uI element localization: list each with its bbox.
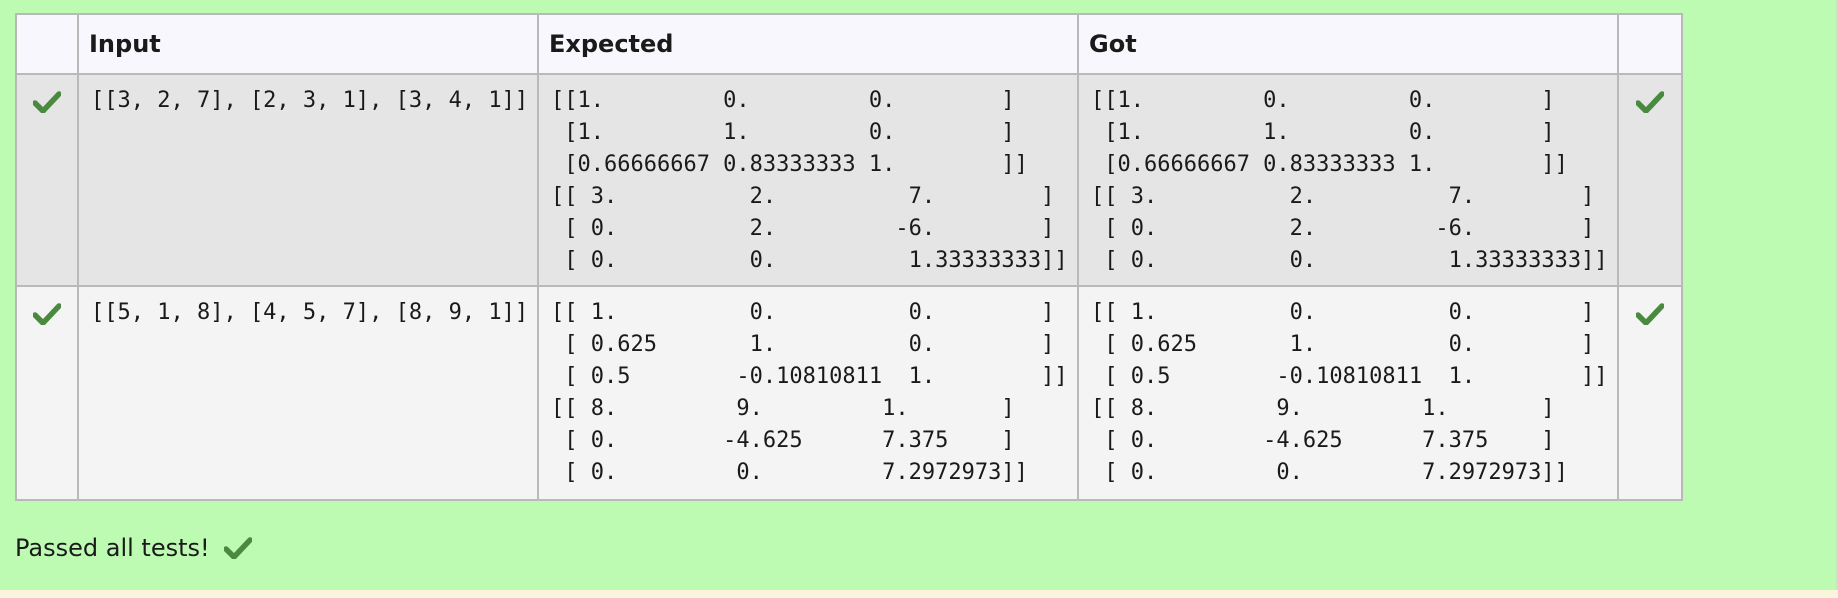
header-result-blank	[1617, 13, 1683, 75]
got-cell: [[ 1. 0. 0. ] [ 0.625 1. 0. ] [ 0.5 -0.1…	[1077, 285, 1619, 501]
row-result-cell	[1617, 285, 1683, 501]
check-icon	[1636, 91, 1664, 113]
got-cell: [[1. 0. 0. ] [1. 1. 0. ] [0.66666667 0.8…	[1077, 73, 1619, 287]
table-row: [[3, 2, 7], [2, 3, 1], [3, 4, 1]] [[1. 0…	[15, 73, 1683, 287]
input-value: [[3, 2, 7], [2, 3, 1], [3, 4, 1]]	[91, 88, 529, 113]
check-icon	[33, 91, 61, 113]
expected-cell: [[ 1. 0. 0. ] [ 0.625 1. 0. ] [ 0.5 -0.1…	[537, 285, 1079, 501]
summary-message: Passed all tests!	[15, 530, 252, 566]
test-results-table: Input Expected Got [[3, 2, 7], [2, 3, 1]…	[15, 13, 1683, 501]
table-header-row: Input Expected Got	[15, 13, 1683, 75]
row-result-cell	[1617, 73, 1683, 287]
summary-text: Passed all tests!	[15, 534, 210, 562]
check-icon	[33, 303, 61, 325]
expected-value: [[ 1. 0. 0. ] [ 0.625 1. 0. ] [ 0.5 -0.1…	[551, 300, 1068, 485]
table-row: [[5, 1, 8], [4, 5, 7], [8, 9, 1]] [[ 1. …	[15, 285, 1683, 501]
header-got: Got	[1077, 13, 1619, 75]
check-icon	[223, 537, 252, 559]
test-results-panel: Input Expected Got [[3, 2, 7], [2, 3, 1]…	[0, 0, 1838, 590]
expected-cell: [[1. 0. 0. ] [1. 1. 0. ] [0.66666667 0.8…	[537, 73, 1079, 287]
got-value: [[1. 0. 0. ] [1. 1. 0. ] [0.66666667 0.8…	[1091, 88, 1608, 273]
header-expected: Expected	[537, 13, 1079, 75]
input-value: [[5, 1, 8], [4, 5, 7], [8, 9, 1]]	[91, 300, 529, 325]
expected-value: [[1. 0. 0. ] [1. 1. 0. ] [0.66666667 0.8…	[551, 88, 1068, 273]
check-icon	[1636, 303, 1664, 325]
header-input: Input	[77, 13, 539, 75]
got-value: [[ 1. 0. 0. ] [ 0.625 1. 0. ] [ 0.5 -0.1…	[1091, 300, 1608, 485]
row-status-cell	[15, 73, 79, 287]
row-status-cell	[15, 285, 79, 501]
header-status-blank	[15, 13, 79, 75]
input-cell: [[3, 2, 7], [2, 3, 1], [3, 4, 1]]	[77, 73, 539, 287]
input-cell: [[5, 1, 8], [4, 5, 7], [8, 9, 1]]	[77, 285, 539, 501]
